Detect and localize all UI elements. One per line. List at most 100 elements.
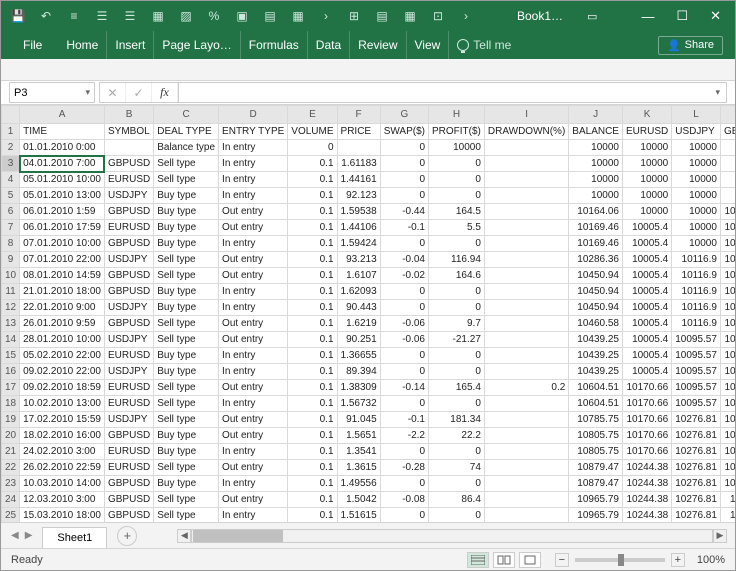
cell[interactable]: 1.3615 [337, 460, 380, 476]
cell[interactable]: 10450.94 [569, 268, 623, 284]
cell[interactable]: 10965.79 [569, 492, 623, 508]
cell[interactable]: 1.59538 [337, 204, 380, 220]
cell[interactable]: In entry [219, 396, 288, 412]
cell[interactable]: Sell type [154, 492, 219, 508]
cell[interactable]: 0 [429, 156, 485, 172]
cell[interactable]: GBPUSD [104, 204, 153, 220]
cell[interactable] [484, 268, 568, 284]
cell[interactable]: 93.213 [337, 252, 380, 268]
cell[interactable]: 10000 [672, 220, 721, 236]
cell[interactable]: 10338.28 [720, 380, 735, 396]
cell[interactable]: Buy type [154, 204, 219, 220]
cell[interactable]: 07.01.2010 10:00 [20, 236, 105, 252]
cell[interactable]: 10276.81 [672, 412, 721, 428]
sheet-icon[interactable]: ▤ [375, 9, 389, 23]
cell[interactable]: 10444.6 [720, 508, 735, 523]
cell[interactable]: 05.02.2010 22:00 [20, 348, 105, 364]
cell[interactable]: 1.51615 [337, 508, 380, 523]
view-page-layout-button[interactable] [493, 552, 515, 568]
cell[interactable]: 0 [429, 236, 485, 252]
cell[interactable]: 28.01.2010 10:00 [20, 332, 105, 348]
cell[interactable]: 10116.9 [672, 300, 721, 316]
tab-insert[interactable]: Insert [107, 31, 154, 59]
col-header[interactable]: E [288, 106, 337, 124]
row-header[interactable]: 7 [2, 220, 20, 236]
cell[interactable] [484, 204, 568, 220]
cell[interactable]: 10095.57 [672, 332, 721, 348]
row-header[interactable]: 9 [2, 252, 20, 268]
cell[interactable]: 10116.9 [672, 268, 721, 284]
cell[interactable]: 10444.6 [720, 492, 735, 508]
zoom-out-button[interactable]: − [555, 553, 569, 567]
row-header[interactable]: 14 [2, 332, 20, 348]
cell[interactable]: -21.27 [429, 332, 485, 348]
cell[interactable]: EURUSD [104, 348, 153, 364]
cell[interactable]: 10358.28 [720, 444, 735, 460]
cell[interactable]: 15.03.2010 18:00 [20, 508, 105, 523]
cell[interactable] [484, 284, 568, 300]
cell[interactable]: 1.44161 [337, 172, 380, 188]
formula-input[interactable]: ▾ [178, 82, 727, 103]
cell[interactable]: 0.1 [288, 268, 337, 284]
cell[interactable]: Sell type [154, 172, 219, 188]
cell[interactable]: 10005.4 [622, 300, 671, 316]
cell[interactable]: 0 [380, 348, 428, 364]
cell[interactable]: 0 [288, 140, 337, 156]
cell[interactable]: 5.5 [429, 220, 485, 236]
name-box[interactable]: P3 ▾ [9, 82, 95, 103]
cell[interactable]: 90.443 [337, 300, 380, 316]
cell[interactable]: 10276.81 [672, 428, 721, 444]
cell[interactable]: 09.02.2010 18:59 [20, 380, 105, 396]
cell[interactable]: In entry [219, 348, 288, 364]
cell[interactable]: Out entry [219, 380, 288, 396]
cell[interactable]: Out entry [219, 220, 288, 236]
row-header[interactable]: 15 [2, 348, 20, 364]
cell[interactable]: GBPUSD [104, 268, 153, 284]
cell[interactable]: 10170.66 [622, 380, 671, 396]
row-header[interactable]: 24 [2, 492, 20, 508]
cell[interactable] [484, 172, 568, 188]
cell[interactable]: 10276.81 [672, 492, 721, 508]
col-header[interactable]: L [672, 106, 721, 124]
cell[interactable]: Buy type [154, 236, 219, 252]
cell[interactable]: In entry [219, 444, 288, 460]
cell[interactable]: 0.1 [288, 252, 337, 268]
col-header[interactable]: I [484, 106, 568, 124]
row-header[interactable]: 22 [2, 460, 20, 476]
cell[interactable]: In entry [219, 156, 288, 172]
cell[interactable]: -0.08 [380, 492, 428, 508]
cell[interactable]: 90.251 [337, 332, 380, 348]
cell[interactable]: 0.2 [484, 380, 568, 396]
cell[interactable]: Sell type [154, 380, 219, 396]
cell[interactable] [484, 508, 568, 523]
cell[interactable]: -0.1 [380, 412, 428, 428]
cell[interactable]: 10000 [672, 204, 721, 220]
cell[interactable]: 0 [380, 364, 428, 380]
cell[interactable]: USDJPY [104, 188, 153, 204]
cell[interactable] [484, 460, 568, 476]
cell[interactable] [484, 316, 568, 332]
cell[interactable]: -0.28 [380, 460, 428, 476]
cell[interactable]: VOLUME [288, 124, 337, 140]
cell[interactable]: 10116.9 [672, 284, 721, 300]
cell[interactable]: 1.36655 [337, 348, 380, 364]
cell[interactable]: Sell type [154, 316, 219, 332]
cell[interactable]: 10000 [720, 156, 735, 172]
cell[interactable] [484, 396, 568, 412]
cell[interactable]: 0 [380, 476, 428, 492]
cell[interactable]: 0.1 [288, 332, 337, 348]
cell[interactable]: -0.02 [380, 268, 428, 284]
cell[interactable] [484, 236, 568, 252]
row-header[interactable]: 1 [2, 124, 20, 140]
cell[interactable]: USDJPY [104, 412, 153, 428]
cell[interactable]: 07.01.2010 22:00 [20, 252, 105, 268]
row-header[interactable]: 12 [2, 300, 20, 316]
cell[interactable]: 10005.4 [622, 348, 671, 364]
cell[interactable]: 10000 [569, 172, 623, 188]
zoom-slider[interactable] [575, 558, 665, 562]
undo-icon[interactable]: ↶ [39, 9, 53, 23]
cell[interactable]: Buy type [154, 220, 219, 236]
row-header[interactable]: 11 [2, 284, 20, 300]
cell[interactable]: 91.045 [337, 412, 380, 428]
cell[interactable]: 1.56732 [337, 396, 380, 412]
